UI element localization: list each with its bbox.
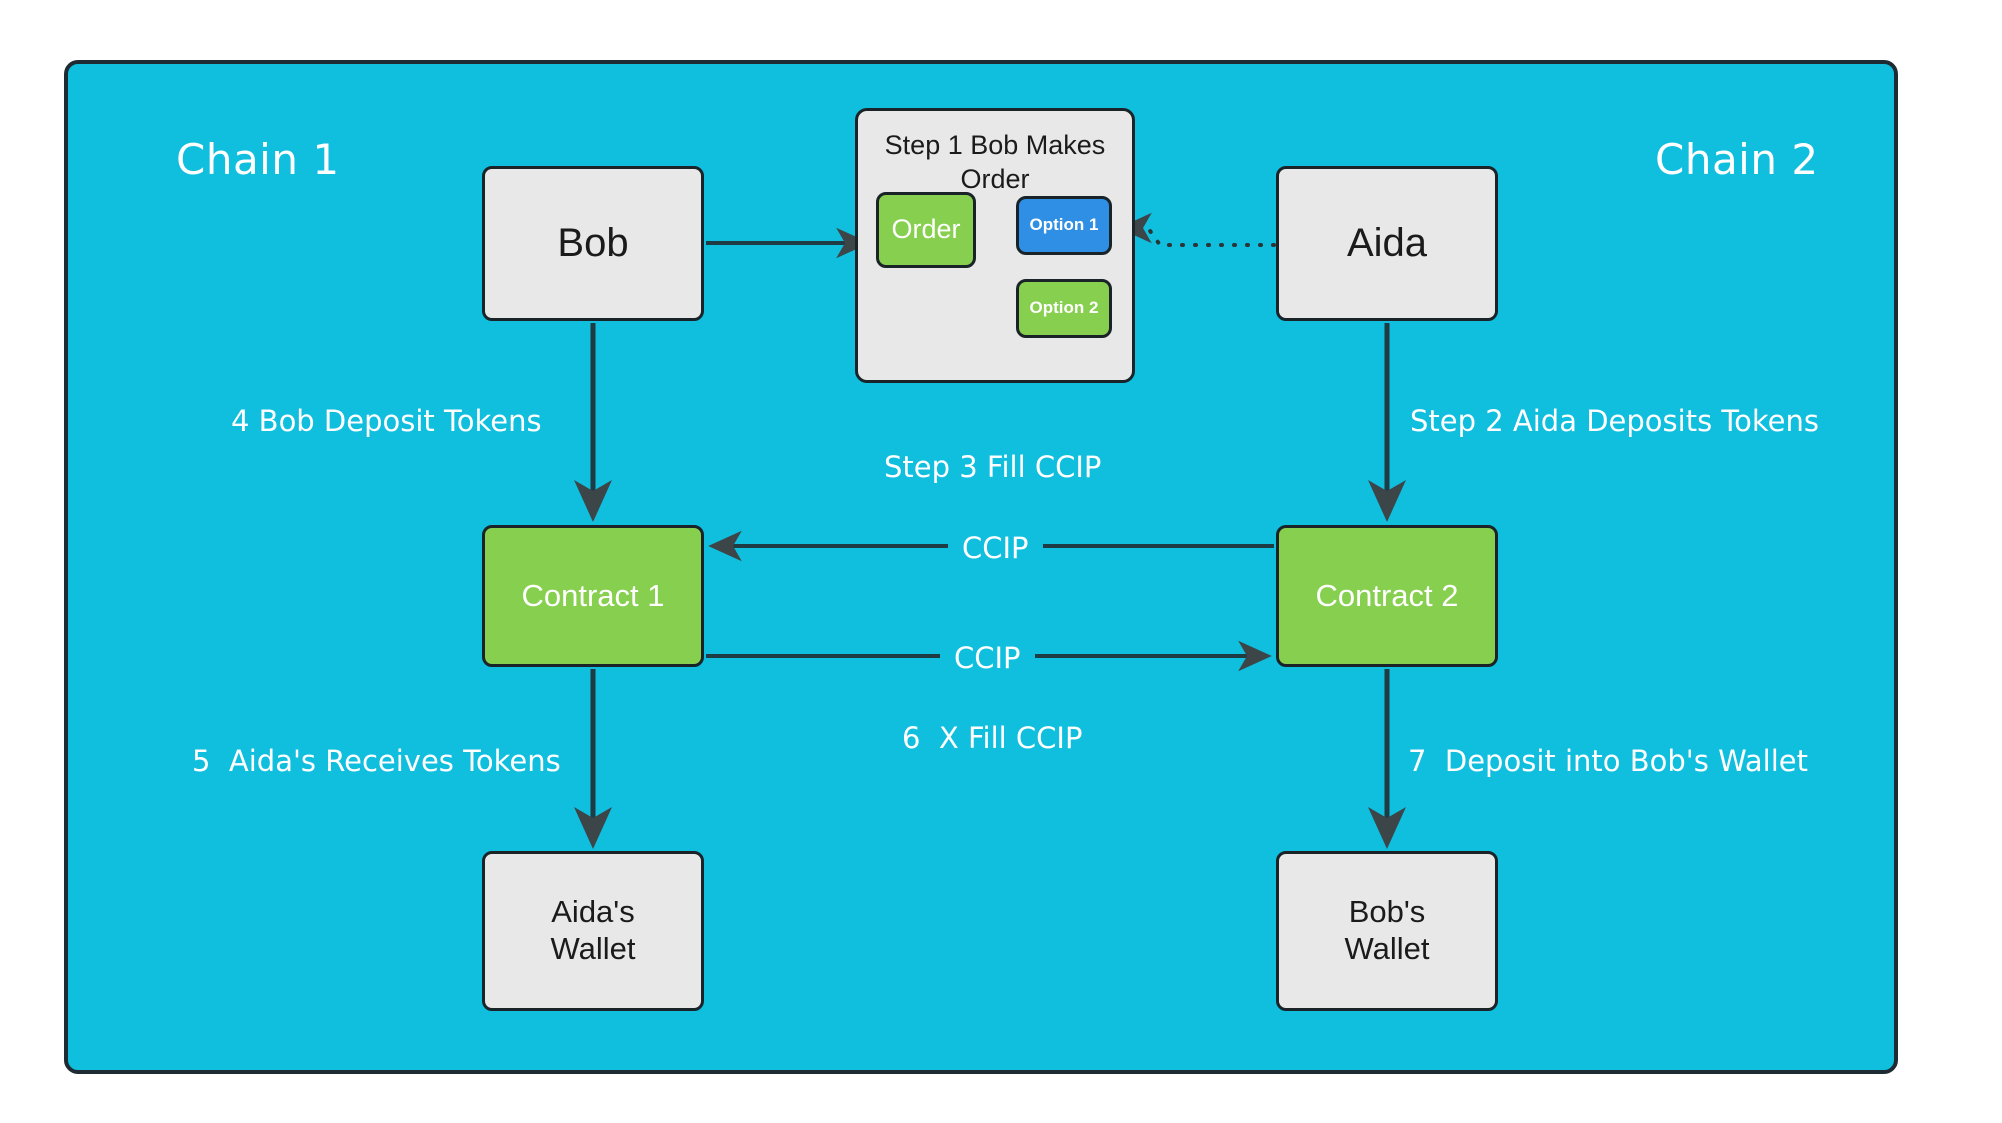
node-option-2-label: Option 2 [1029,298,1099,318]
node-contract-1-label: Contract 1 [521,577,665,613]
subgraph-step-1-title: Step 1 Bob Makes Order [884,130,1106,194]
node-contract-2[interactable]: Contract 2 [1276,525,1498,667]
node-contract-1[interactable]: Contract 1 [482,525,704,667]
edge-label-aida-deposits-tokens: Step 2 Aida Deposits Tokens [1410,404,1820,438]
edge-label-six-x-fill-ccip: 6 X Fill CCIP [902,721,1083,755]
node-option-1-label: Option 1 [1029,215,1099,235]
node-aida-wallet-label: Aida's Wallet [550,894,636,966]
node-aida[interactable]: Aida [1276,166,1498,321]
node-contract-2-label: Contract 2 [1315,577,1459,613]
edge-label-step-3-fill-ccip: Step 3 Fill CCIP [884,450,1102,484]
diagram-canvas: Chain 1 Chain 2 Bob Aida Step 1 Bob Make… [0,0,2002,1123]
edge-label-ccip-bottom: CCIP [940,641,1035,675]
edge-label-aida-receives-tokens: 5 Aida's Receives Tokens [192,744,561,778]
edge-label-ccip-top: CCIP [948,531,1043,565]
chain-1-label: Chain 1 [176,135,340,184]
node-bob[interactable]: Bob [482,166,704,321]
node-option-2[interactable]: Option 2 [1016,279,1112,338]
node-aida-wallet[interactable]: Aida's Wallet [482,851,704,1011]
node-bob-wallet-label: Bob's Wallet [1344,894,1430,966]
node-order[interactable]: Order [876,192,976,268]
node-aida-label: Aida [1346,220,1428,265]
chain-2-label: Chain 2 [1655,135,1819,184]
node-option-1[interactable]: Option 1 [1016,196,1112,255]
node-bob-wallet[interactable]: Bob's Wallet [1276,851,1498,1011]
node-bob-label: Bob [557,220,629,265]
edge-label-bob-deposit-tokens: 4 Bob Deposit Tokens [231,404,542,438]
node-order-label: Order [891,214,961,245]
edge-label-deposit-into-bobs-wallet: 7 Deposit into Bob's Wallet [1408,744,1808,778]
